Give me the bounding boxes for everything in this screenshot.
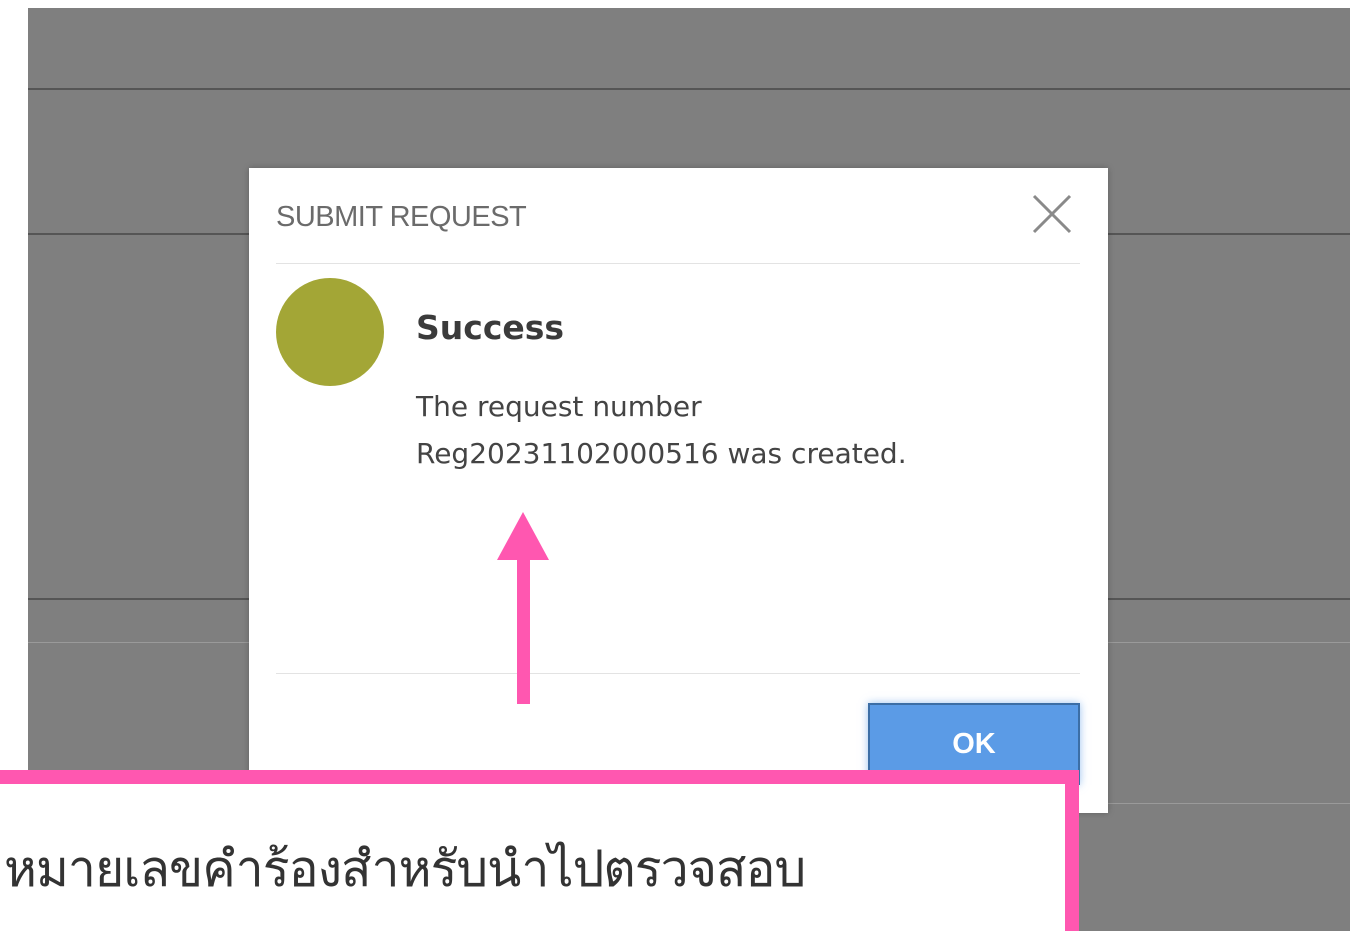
annotation-caption: หมายเลขคำร้องสำหรับนำไปตรวจสอบ xyxy=(4,840,806,898)
annotation-callout: หมายเลขคำร้องสำหรับนำไปตรวจสอบ xyxy=(0,770,1079,931)
success-status-icon xyxy=(276,278,384,386)
dialog-header: SUBMIT REQUEST xyxy=(276,168,1080,264)
submit-request-dialog: SUBMIT REQUEST Success The request numbe… xyxy=(249,168,1108,813)
close-icon xyxy=(1032,194,1072,234)
message-text: The request number xyxy=(416,390,702,423)
request-number-text: Reg20231102000516 was created. xyxy=(416,437,907,470)
dialog-footer-divider xyxy=(276,673,1080,674)
status-title: Success xyxy=(416,308,565,347)
dialog-title: SUBMIT REQUEST xyxy=(276,201,527,233)
background-divider xyxy=(28,88,1350,90)
close-button[interactable] xyxy=(1030,192,1074,236)
arrow-up-icon xyxy=(497,512,549,704)
